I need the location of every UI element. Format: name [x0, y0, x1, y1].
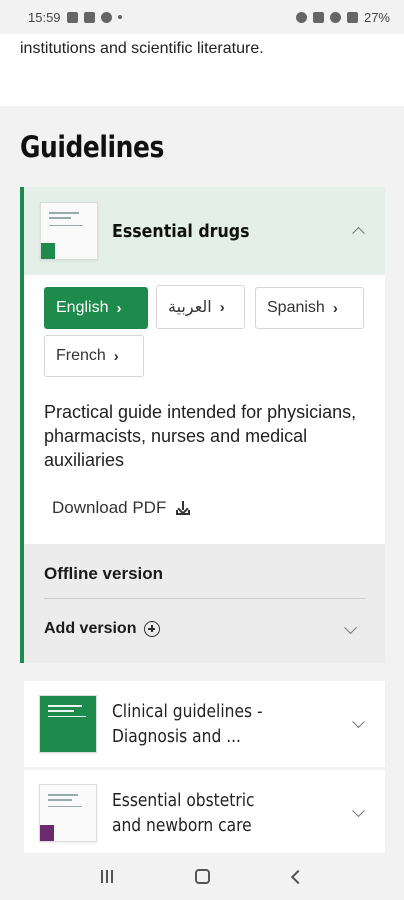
- home-button[interactable]: [195, 869, 211, 884]
- add-version-label: Add version: [44, 620, 137, 637]
- guide-card-header[interactable]: Essential drugs: [24, 187, 385, 275]
- language-button-spanish[interactable]: Spanish ›: [255, 287, 364, 329]
- guide-item-title-line: Diagnosis and ...: [112, 726, 241, 747]
- cover-title-line: [48, 705, 82, 707]
- cover-title-line: [49, 217, 71, 219]
- guide-title: Essential drugs: [112, 220, 250, 242]
- guide-cover-thumbnail: [39, 695, 97, 753]
- guide-item-title-line: Clinical guidelines -: [112, 701, 263, 722]
- chevron-right-icon: ›: [113, 347, 119, 365]
- cover-title-line: [48, 799, 72, 801]
- status-right: 27%: [295, 9, 390, 25]
- guide-item-title: Clinical guidelines - Diagnosis and ...: [112, 699, 318, 749]
- chevron-down-icon[interactable]: [352, 804, 365, 818]
- chevron-down-icon[interactable]: [344, 621, 357, 635]
- status-time: 15:59: [28, 9, 61, 25]
- offline-version-panel: Offline version Add version: [24, 544, 385, 663]
- chevron-right-icon: ›: [116, 299, 122, 317]
- download-pdf-link[interactable]: Download PDF: [52, 498, 191, 518]
- cover-color-stripe: [41, 243, 55, 259]
- guide-item-title-line: Essential obstetric: [112, 790, 255, 811]
- guide-item-title: Essential obstetric and newborn care: [112, 788, 318, 838]
- language-label: French: [56, 347, 106, 364]
- language-button-arabic[interactable]: العربية ›: [156, 285, 245, 329]
- chevron-up-icon[interactable]: [352, 226, 365, 240]
- cover-text-line: [49, 225, 83, 226]
- alarm-icon: [295, 11, 307, 23]
- cover-title-line: [48, 794, 78, 796]
- guide-card-essential-drugs: Essential drugs English › العربية › Span…: [20, 187, 385, 663]
- download-icon: [176, 501, 191, 515]
- chevron-right-icon: ›: [219, 298, 225, 316]
- language-label: العربية: [168, 299, 212, 316]
- language-button-english[interactable]: English ›: [44, 287, 148, 329]
- cover-text-line: [48, 716, 86, 717]
- message-notification-icon: [83, 11, 95, 23]
- intro-text: institutions and scientific literature.: [20, 40, 264, 57]
- status-left: 15:59: [28, 10, 122, 25]
- signal-icon: [346, 11, 358, 23]
- guide-item-clinical-guidelines[interactable]: Clinical guidelines - Diagnosis and ...: [24, 681, 385, 767]
- language-button-french[interactable]: French ›: [44, 335, 144, 377]
- cover-title-line: [49, 212, 79, 214]
- gallery-notification-icon: [66, 11, 78, 23]
- language-label: Spanish: [267, 299, 325, 316]
- chevron-right-icon: ›: [332, 299, 338, 317]
- recent-apps-button[interactable]: [101, 870, 114, 883]
- section-title: Guidelines: [20, 130, 164, 164]
- battery-level: 27%: [363, 9, 390, 25]
- system-navigation-bar: [0, 853, 404, 900]
- add-version-button[interactable]: Add version: [44, 620, 161, 638]
- nfc-icon: [312, 11, 324, 23]
- more-notifications-icon: [117, 15, 122, 19]
- intro-section: institutions and scientific literature.: [0, 34, 404, 106]
- add-circle-icon: [144, 621, 161, 637]
- guide-description: Practical guide intended for physicians,…: [44, 402, 357, 470]
- app-notification-icon: [100, 11, 112, 23]
- cover-title-line: [48, 710, 74, 712]
- guide-cover-thumbnail: [40, 202, 98, 260]
- wifi-icon: [329, 11, 341, 23]
- guide-item-title-line: and newborn care: [112, 815, 252, 836]
- back-button[interactable]: [290, 869, 305, 884]
- guide-item-essential-obstetric[interactable]: Essential obstetric and newborn care: [24, 770, 385, 856]
- guide-cover-thumbnail: [39, 784, 97, 842]
- offline-divider: [44, 598, 366, 599]
- chevron-down-icon[interactable]: [352, 715, 365, 729]
- cover-color-stripe: [40, 825, 54, 841]
- download-label: Download PDF: [52, 498, 167, 517]
- language-label: English: [56, 299, 109, 316]
- cover-text-line: [48, 806, 82, 807]
- offline-version-title: Offline version: [44, 564, 164, 583]
- status-bar: 15:59 27%: [0, 0, 404, 34]
